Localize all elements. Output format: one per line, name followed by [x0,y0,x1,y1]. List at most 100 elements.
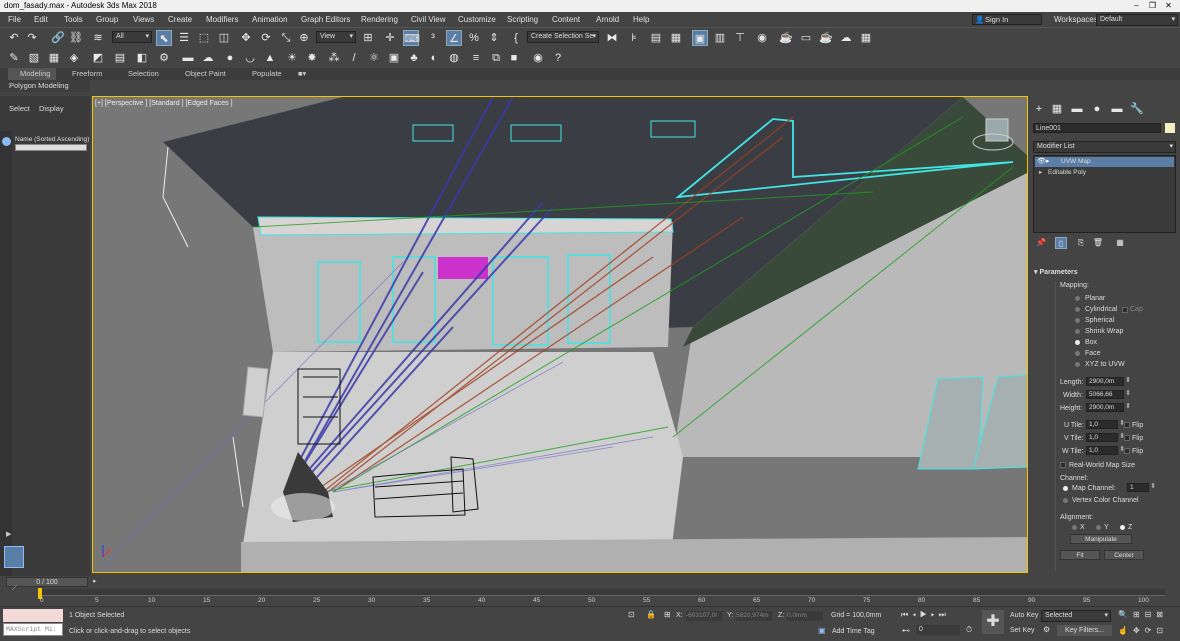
scale-icon[interactable]: ⤡ [278,30,294,46]
menu-graph-editors[interactable]: Graph Editors [301,14,350,25]
blob-icon[interactable]: ◐ [426,50,442,66]
height-spinner[interactable]: 2900,0m [1086,403,1131,412]
radio-box[interactable] [1075,340,1080,345]
named-selection-dropdown[interactable]: Create Selection Se [527,31,599,43]
pin-stack-icon[interactable]: 📌 [1035,237,1047,249]
radio-shrink-wrap[interactable] [1075,329,1080,334]
material-editor-icon[interactable]: ◉ [754,30,770,46]
mirror-icon[interactable]: ⧓ [604,30,620,46]
isolate-selection-icon[interactable]: ⊡ [628,610,635,619]
object-color-swatch[interactable] [1165,123,1175,133]
layer-explorer-icon[interactable]: ▦ [668,30,684,46]
menu-views[interactable]: Views [133,14,154,25]
viewport-label[interactable]: [+] [Perspective ] [Standard ] [Edged Fa… [95,100,233,107]
box-icon[interactable]: ▣ [386,50,402,66]
maxscript-listener-top[interactable] [3,609,63,622]
cap-checkbox[interactable] [1122,307,1128,313]
paint-icon[interactable]: ✎ [6,50,22,66]
utilities-tab-icon[interactable]: 🔧 [1130,101,1144,117]
radio-align-z[interactable] [1120,525,1125,530]
viewport-navigation-top[interactable]: 🔍⊞⊟⊠ [1118,610,1168,619]
absolute-mode-icon[interactable]: ⊞ [664,610,671,619]
menu-rendering[interactable]: Rendering [361,14,398,25]
render-iterative-icon[interactable]: ▦ [858,30,874,46]
cube-icon[interactable]: ■ [506,50,522,66]
add-time-tag[interactable]: Add Time Tag [832,628,875,635]
tree-icon[interactable]: ♣ [406,50,422,66]
select-manipulate-icon[interactable]: ✛ [382,30,398,46]
menu-scripting[interactable]: Scripting [507,14,538,25]
make-unique-icon[interactable]: ⎘ [1075,237,1087,249]
motion-tab-icon[interactable]: ● [1090,101,1104,117]
select-object-icon[interactable]: ⬉ [156,30,172,46]
snaps-toggle-icon[interactable]: ³ [425,30,441,46]
cone-icon[interactable]: ▲ [262,50,278,66]
select-by-name-icon[interactable]: ☰ [176,30,192,46]
set-key-big-icon[interactable]: ✚ [982,610,1004,634]
maxscript-mini-listener[interactable]: MAXScript Mi: [3,623,63,636]
wflip-checkbox[interactable] [1124,448,1130,454]
radio-map-channel[interactable] [1063,486,1068,491]
radio-spherical[interactable] [1075,318,1080,323]
playback-controls[interactable]: ⏮◂▶▸⏭ [901,610,950,620]
curve-editor-icon[interactable]: ▥ [712,30,728,46]
hierarchy-tab-icon[interactable]: ▬ [1070,101,1084,117]
grid-icon[interactable]: ▦ [46,50,62,66]
modifier-list-dropdown[interactable]: Modifier List [1033,141,1176,153]
y-coordinate-field[interactable]: 5820,974m [736,611,772,621]
place-icon[interactable]: ⊕ [296,30,312,46]
rendered-frame-icon[interactable]: ▭ [798,30,814,46]
center-button[interactable]: Center [1104,550,1144,560]
time-tag-icon[interactable]: ▣ [818,626,826,635]
key-filters-icon[interactable]: ⚙ [1043,625,1050,634]
z-coordinate-field[interactable]: 0,0mm [787,611,823,621]
utile-spinner[interactable]: 1,0 [1086,420,1125,429]
rod-icon[interactable]: / [346,50,362,66]
layers-icon[interactable]: ▤ [112,50,128,66]
column-header-name[interactable]: Name (Sorted Ascending) [15,136,89,143]
spinner-snap-icon[interactable]: ⇕ [486,30,502,46]
radio-planar[interactable] [1075,296,1080,301]
sign-in-button[interactable]: 👤 Sign In [972,14,1042,25]
radio-face[interactable] [1075,351,1080,356]
minimize-button[interactable]: – [1130,1,1143,11]
remove-modifier-icon[interactable]: 🗑 [1092,237,1104,249]
selection-filter-dropdown[interactable]: All [112,31,152,43]
create-tab-icon[interactable]: + [1032,101,1046,117]
bind-space-warp-icon[interactable]: ≋ [90,30,106,46]
cloud-icon[interactable]: ☁ [200,50,216,66]
expand-icon[interactable]: ▸ [1039,168,1042,176]
time-slider-next-icon[interactable]: ▸ [93,577,97,585]
molecule-icon[interactable]: ⚛ [366,50,382,66]
maximize-button[interactable]: ❐ [1146,1,1159,11]
keyboard-shortcut-override-icon[interactable]: ⌨ [403,30,420,46]
tab-select[interactable]: Select [9,104,30,113]
radio-align-y[interactable] [1096,525,1101,530]
stack-item-uvw-map[interactable]: UVW Map [1035,157,1174,167]
menu-file[interactable]: File [8,14,21,25]
radio-vertex-color-channel[interactable] [1063,498,1068,503]
parameters-rollout-title[interactable]: ▾ Parameters [1034,268,1078,276]
close-button[interactable]: ✕ [1162,1,1175,11]
tag-icon[interactable]: ◧ [134,50,150,66]
wtile-spinner[interactable]: 1,0 [1086,446,1125,455]
image-icon[interactable]: ▧ [26,50,42,66]
lines-icon[interactable]: ≡ [468,50,484,66]
menu-civil-view[interactable]: Civil View [411,14,446,25]
eye-icon[interactable]: 👁▸ [1037,157,1049,165]
radio-cylindrical[interactable] [1075,307,1080,312]
render-production-icon[interactable]: ☕ [818,30,834,46]
horizontal-scrollbar[interactable] [15,144,87,151]
width-spinner[interactable]: 5066,66 [1086,390,1131,399]
set-key-button[interactable]: Set Key [1010,627,1035,634]
menu-modifiers[interactable]: Modifiers [206,14,238,25]
tab-freeform[interactable]: Freeform [72,69,102,79]
menu-group[interactable]: Group [96,14,118,25]
real-world-checkbox[interactable] [1060,462,1066,468]
menu-tools[interactable]: Tools [64,14,83,25]
display-tab-icon[interactable]: ▬ [1110,101,1124,117]
filter-icon[interactable] [2,137,11,146]
ribbon-toggle-icon[interactable]: ▣ [692,30,708,46]
reference-coordinate-dropdown[interactable]: View [316,31,356,43]
expand-arrow-icon[interactable]: ▶ [6,530,11,538]
